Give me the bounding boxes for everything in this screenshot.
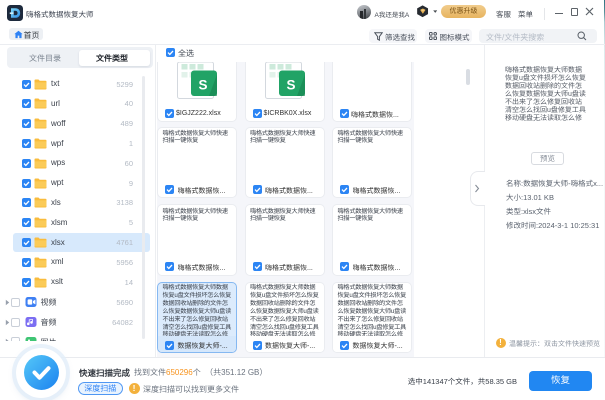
svg-text:S: S bbox=[198, 78, 207, 93]
svg-text:S: S bbox=[286, 78, 295, 93]
